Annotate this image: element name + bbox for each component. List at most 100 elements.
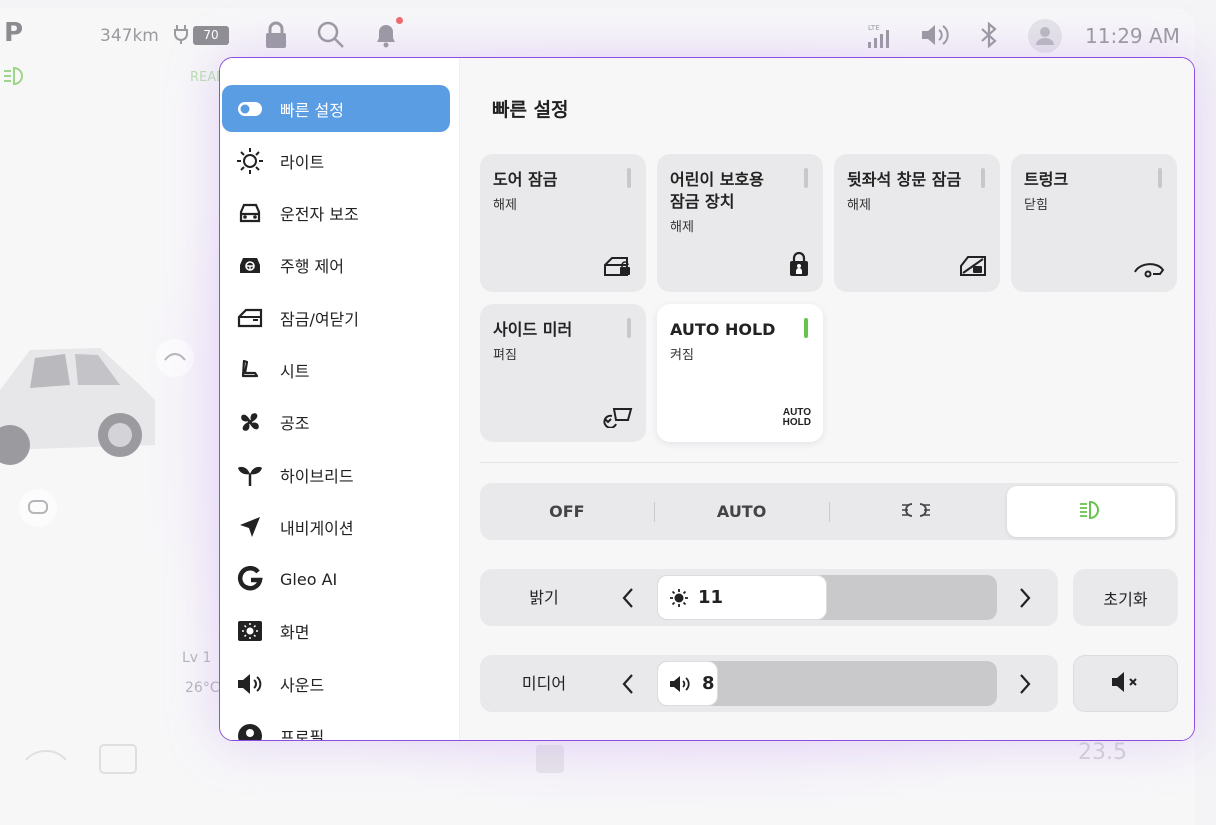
lock-icon[interactable] bbox=[262, 20, 292, 50]
brightness-control: 밝기 11 bbox=[480, 569, 1058, 626]
avatar-icon[interactable] bbox=[1028, 19, 1062, 53]
window-lock-icon bbox=[954, 248, 988, 278]
tile-state-indicator bbox=[804, 168, 808, 188]
tile-status: 켜짐 bbox=[670, 348, 694, 363]
car-steering-icon bbox=[236, 251, 264, 279]
segment-separator bbox=[828, 501, 830, 522]
display-brightness-icon bbox=[236, 617, 264, 645]
bg-dock bbox=[0, 735, 1195, 795]
headlight-icon bbox=[1078, 500, 1104, 524]
quick-settings-modal: 빠른 설정 라이트 운전자 보조 주행 제어 잠금/여닫기 시트 공조 하이브리… bbox=[219, 57, 1195, 741]
sidebar-item-display[interactable]: 화면 bbox=[222, 608, 450, 655]
tile-child-lock[interactable]: 어린이 보호용 잠금 장치 해제 bbox=[657, 154, 823, 292]
sidebar-item-label: 화면 bbox=[280, 623, 310, 643]
auto-hold-icon-line2: HOLD bbox=[782, 417, 811, 428]
tile-status: 해제 bbox=[493, 198, 517, 213]
gear-indicator: P bbox=[4, 18, 24, 48]
tile-rear-window-lock[interactable]: 뒷좌석 창문 잠금 해제 bbox=[834, 154, 1000, 292]
battery-badge: 70 bbox=[193, 26, 229, 45]
sidebar-item-drive-control[interactable]: 주행 제어 bbox=[222, 242, 450, 289]
mute-button[interactable] bbox=[1073, 655, 1178, 712]
sidebar-item-label: 공조 bbox=[280, 414, 310, 434]
sidebar-item-quick-settings[interactable]: 빠른 설정 bbox=[222, 85, 450, 132]
brightness-slider[interactable]: 11 bbox=[657, 575, 997, 620]
mute-icon bbox=[1109, 670, 1143, 698]
tile-state-indicator bbox=[627, 318, 631, 338]
bluetooth-icon[interactable] bbox=[977, 20, 1007, 50]
side-mirror-icon bbox=[600, 398, 634, 428]
tile-state-indicator bbox=[804, 318, 808, 338]
light-mode-off[interactable]: OFF bbox=[483, 486, 651, 537]
quick-settings-panel: 빠른 설정 도어 잠금 해제 어린이 보호용 잠금 장치 해제 뒷좌석 창문 잠… bbox=[460, 58, 1194, 740]
tile-status: 해제 bbox=[670, 220, 694, 235]
tile-title-line2: 잠금 장치 bbox=[670, 192, 735, 211]
sprout-icon bbox=[236, 461, 264, 489]
media-volume-slider[interactable]: 8 bbox=[657, 661, 997, 706]
brightness-value: 11 bbox=[698, 587, 724, 608]
vehicle-image bbox=[0, 330, 160, 500]
brightness-value-display: 11 bbox=[669, 575, 723, 620]
sidebar-item-label: 하이브리드 bbox=[280, 466, 354, 486]
sidebar-item-hybrid[interactable]: 하이브리드 bbox=[222, 451, 450, 498]
gleo-ai-icon bbox=[236, 565, 264, 593]
brightness-increase-button[interactable] bbox=[1010, 569, 1040, 626]
light-mode-headlight[interactable] bbox=[1007, 486, 1175, 537]
brightness-decrease-button[interactable] bbox=[613, 569, 643, 626]
sidebar-item-label: 프로필 bbox=[280, 728, 325, 741]
tile-auto-hold[interactable]: AUTO HOLD 켜짐 AUTO HOLD bbox=[657, 304, 823, 442]
door-icon bbox=[236, 304, 264, 332]
tile-title: 트렁크 bbox=[1024, 170, 1069, 189]
media-increase-button[interactable] bbox=[1010, 655, 1040, 712]
media-decrease-button[interactable] bbox=[613, 655, 643, 712]
volume-icon[interactable] bbox=[919, 20, 949, 50]
tile-title: 사이드 미러 bbox=[493, 320, 573, 339]
brightness-reset-button[interactable]: 초기화 bbox=[1073, 569, 1178, 626]
tile-state-indicator bbox=[1158, 168, 1162, 188]
car-front-icon bbox=[236, 199, 264, 227]
sidebar-item-navigation[interactable]: 내비게이션 bbox=[222, 503, 450, 550]
door-unlock-icon bbox=[600, 248, 634, 278]
sidebar-item-label: 사운드 bbox=[280, 675, 325, 695]
tile-title: 도어 잠금 bbox=[493, 170, 558, 189]
search-icon[interactable] bbox=[316, 20, 346, 50]
fan-icon bbox=[236, 408, 264, 436]
tile-title: AUTO HOLD bbox=[670, 320, 776, 339]
clock: 11:29 AM bbox=[1085, 24, 1180, 48]
sidebar-item-profile[interactable]: 프로필 bbox=[222, 713, 450, 741]
tile-title-line1: 어린이 보호용 bbox=[670, 170, 764, 189]
section-divider bbox=[480, 462, 1178, 463]
settings-sidebar: 빠른 설정 라이트 운전자 보조 주행 제어 잠금/여닫기 시트 공조 하이브리… bbox=[220, 58, 460, 741]
sidebar-item-lights[interactable]: 라이트 bbox=[222, 137, 450, 184]
plug-icon bbox=[172, 24, 190, 49]
sidebar-item-sound[interactable]: 사운드 bbox=[222, 660, 450, 707]
sidebar-item-climate[interactable]: 공조 bbox=[222, 399, 450, 446]
bell-icon[interactable] bbox=[371, 20, 401, 50]
range-readout: 347km bbox=[100, 26, 159, 46]
bg-temp-left: 26°C bbox=[185, 680, 220, 696]
light-mode-auto[interactable]: AUTO bbox=[658, 486, 826, 537]
bg-level: Lv 1 bbox=[182, 650, 212, 666]
tile-trunk[interactable]: 트렁크 닫힘 bbox=[1011, 154, 1177, 292]
sidebar-item-seat[interactable]: 시트 bbox=[222, 346, 450, 393]
speaker-icon bbox=[669, 674, 693, 694]
profile-icon bbox=[236, 722, 264, 740]
brightness-label: 밝기 bbox=[529, 588, 559, 607]
tile-side-mirror[interactable]: 사이드 미러 펴짐 bbox=[480, 304, 646, 442]
sidebar-item-gleo-ai[interactable]: Gleo AI bbox=[222, 556, 450, 603]
sidebar-item-label: 시트 bbox=[280, 361, 310, 381]
segment-separator bbox=[653, 501, 655, 522]
speaker-icon bbox=[236, 670, 264, 698]
light-mode-parking[interactable] bbox=[833, 486, 1001, 537]
tile-door-lock[interactable]: 도어 잠금 해제 bbox=[480, 154, 646, 292]
trunk-icon bbox=[1131, 248, 1165, 278]
sidebar-item-label: 라이트 bbox=[280, 152, 325, 172]
headlight-status-icon bbox=[2, 66, 26, 91]
auto-hold-icon: AUTO HOLD bbox=[777, 398, 811, 428]
sidebar-item-lock-open[interactable]: 잠금/여닫기 bbox=[222, 294, 450, 341]
signal-icon: LTE bbox=[866, 22, 896, 52]
sidebar-item-label: 잠금/여닫기 bbox=[280, 309, 359, 329]
tile-status: 펴짐 bbox=[493, 348, 517, 363]
media-label: 미디어 bbox=[521, 674, 567, 693]
sidebar-item-driver-assist[interactable]: 운전자 보조 bbox=[222, 190, 450, 237]
media-volume-control: 미디어 8 bbox=[480, 655, 1058, 712]
